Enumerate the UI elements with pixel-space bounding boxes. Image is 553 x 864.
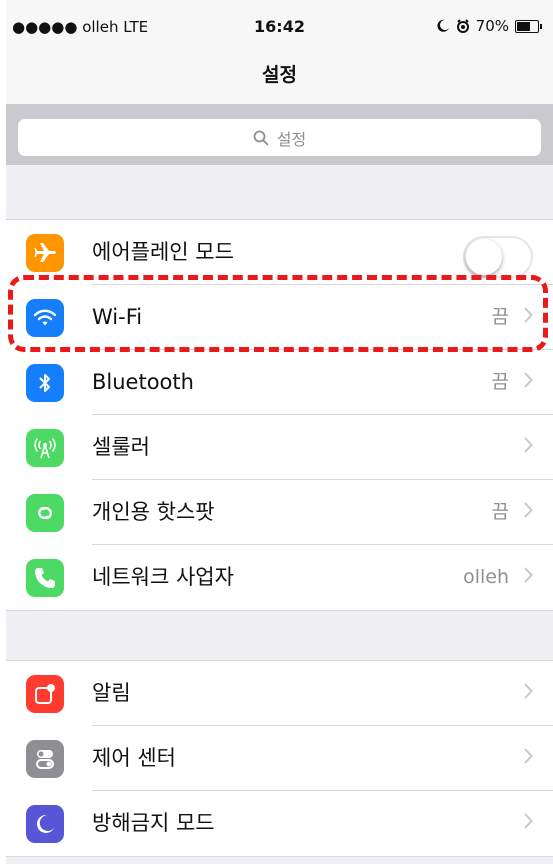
hotspot-chain-icon bbox=[26, 494, 64, 532]
settings-row-control-center[interactable]: 제어 센터 bbox=[6, 726, 553, 791]
settings-row-value: 끔 bbox=[491, 371, 509, 393]
page-title: 설정 bbox=[262, 64, 297, 86]
settings-row-label: 개인용 핫스팟 bbox=[92, 500, 215, 524]
chevron-right-icon bbox=[524, 437, 533, 453]
settings-row-cellular[interactable]: 셀룰러 bbox=[6, 415, 553, 480]
moon-status-icon bbox=[437, 19, 449, 32]
alarm-status-icon bbox=[456, 19, 469, 33]
battery-icon bbox=[515, 19, 542, 33]
airplane-icon bbox=[26, 234, 64, 272]
settings-row-hotspot[interactable]: 개인용 핫스팟 끔 bbox=[6, 480, 553, 545]
settings-row-label: 셀룰러 bbox=[92, 435, 150, 459]
chevron-right-icon bbox=[524, 683, 533, 699]
search-placeholder: 설정 bbox=[276, 129, 307, 149]
battery-fill bbox=[517, 21, 530, 31]
control-center-icon bbox=[26, 740, 64, 778]
wifi-icon bbox=[26, 299, 64, 337]
settings-row-do-not-disturb[interactable]: 방해금지 모드 bbox=[6, 791, 553, 856]
search-input[interactable]: 설정 bbox=[18, 119, 541, 156]
chevron-right-icon bbox=[524, 307, 533, 323]
connectivity-group: 에어플레인 모드 Wi-Fi 끔 Bluetooth 끔 셀룰러 개인용 핫스팟… bbox=[6, 219, 553, 611]
settings-row-notifications[interactable]: 알림 bbox=[6, 661, 553, 726]
status-bar: ●●●●● olleh LTE 16:42 70% bbox=[6, 0, 553, 52]
search-icon bbox=[253, 130, 269, 145]
settings-row-label: 네트워크 사업자 bbox=[92, 565, 234, 589]
settings-row-wifi[interactable]: Wi-Fi 끔 bbox=[6, 285, 553, 350]
settings-row-label: Bluetooth bbox=[92, 370, 194, 394]
settings-row-label: Wi-Fi bbox=[92, 305, 143, 329]
settings-screen: ●●●●● olleh LTE 16:42 70% 설정 설정 에어플레인 모드 bbox=[6, 0, 553, 864]
notifications-icon bbox=[26, 675, 64, 713]
settings-row-value: 끔 bbox=[491, 306, 509, 328]
settings-row-label: 에어플레인 모드 bbox=[92, 240, 234, 264]
settings-row-label: 알림 bbox=[92, 681, 131, 705]
search-bar: 설정 bbox=[6, 105, 553, 165]
settings-row-carrier[interactable]: 네트워크 사업자 olleh bbox=[6, 545, 553, 610]
chevron-right-icon bbox=[524, 502, 533, 518]
status-right: 70% bbox=[436, 17, 542, 35]
settings-row-label: 방해금지 모드 bbox=[92, 811, 215, 835]
chevron-right-icon bbox=[524, 372, 533, 388]
settings-row-airplane[interactable]: 에어플레인 모드 bbox=[6, 220, 553, 285]
settings-row-value: olleh bbox=[463, 566, 509, 588]
cellular-antenna-icon bbox=[26, 429, 64, 467]
system-group: 알림 제어 센터 방해금지 모드 bbox=[6, 660, 553, 857]
moon-icon bbox=[26, 805, 64, 843]
battery-percent: 70% bbox=[475, 17, 509, 35]
settings-row-label: 제어 센터 bbox=[92, 746, 176, 770]
toggle-knob bbox=[466, 239, 502, 275]
chevron-right-icon bbox=[524, 567, 533, 583]
settings-row-value: 끔 bbox=[491, 501, 509, 523]
phone-icon bbox=[26, 559, 64, 597]
navigation-bar: 설정 bbox=[6, 52, 553, 105]
chevron-right-icon bbox=[524, 748, 533, 764]
settings-row-bluetooth[interactable]: Bluetooth 끔 bbox=[6, 350, 553, 415]
bluetooth-icon bbox=[26, 364, 64, 402]
chevron-right-icon bbox=[524, 813, 533, 829]
airplane-mode-toggle[interactable] bbox=[463, 236, 533, 278]
